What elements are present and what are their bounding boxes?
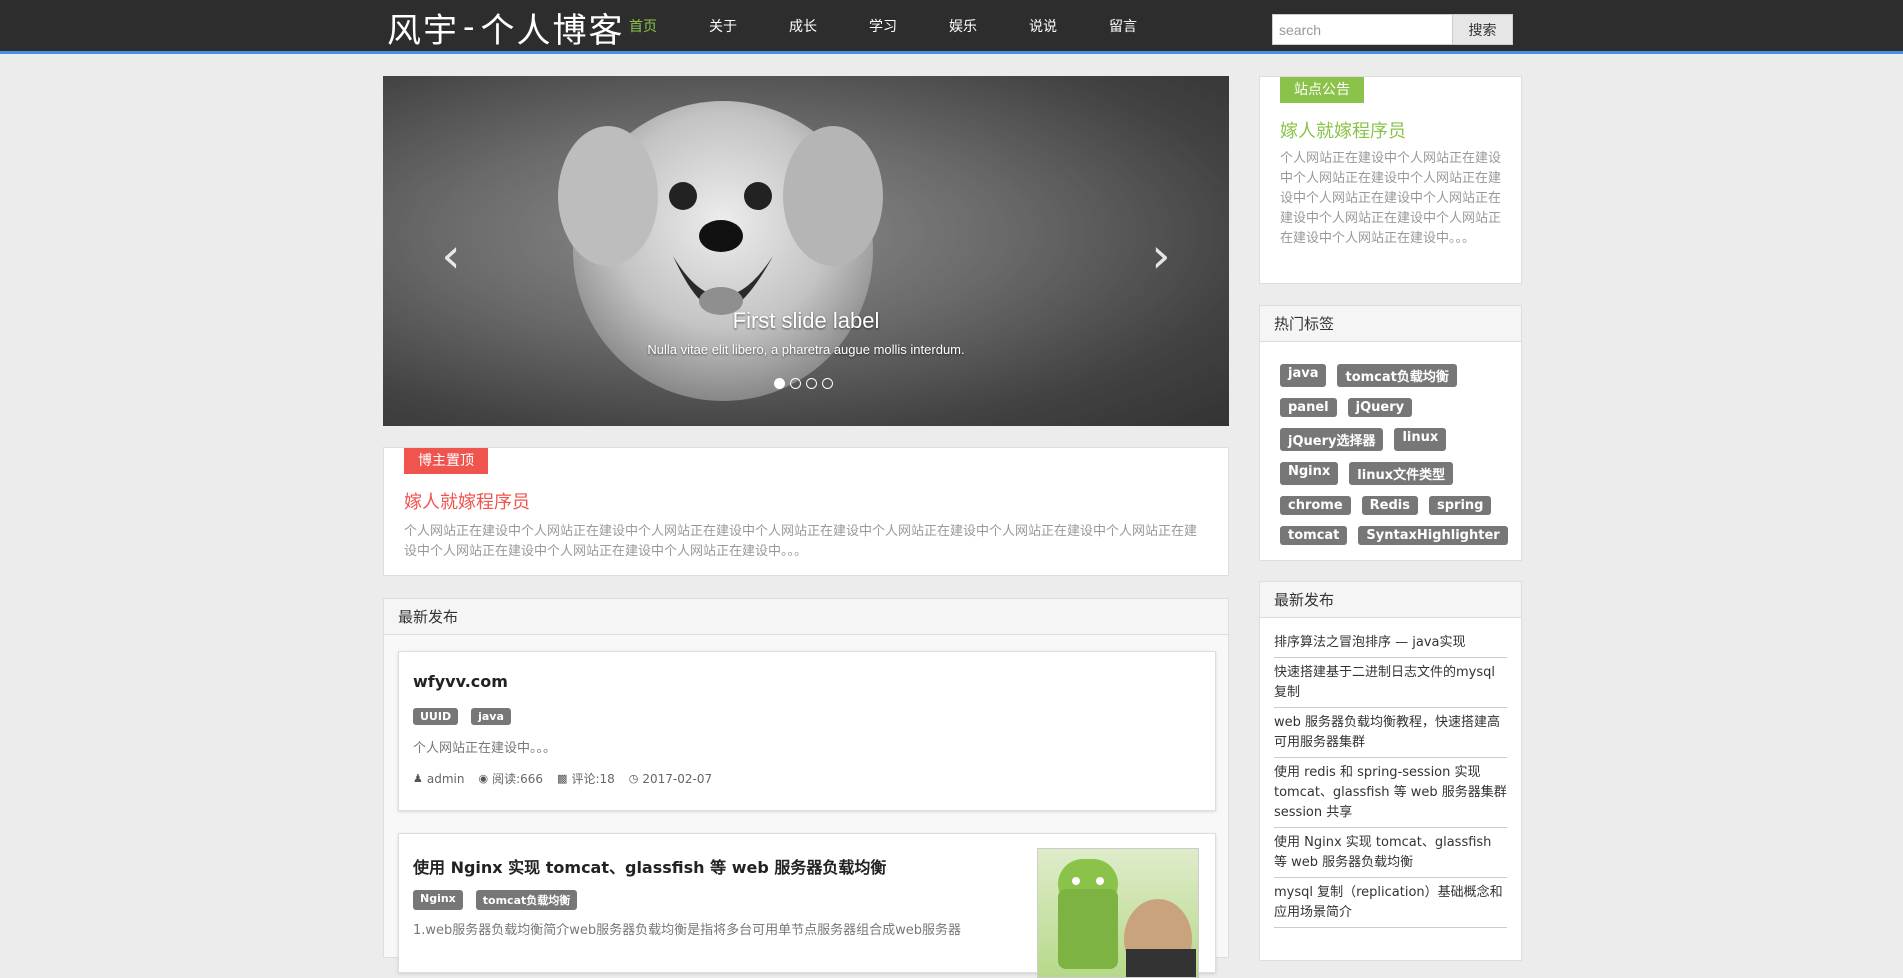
hot-tag[interactable]: chrome (1280, 496, 1351, 515)
post-date-text: 2017-02-07 (642, 771, 713, 786)
post-date: ◷ 2017-02-07 (629, 772, 712, 786)
carousel-dot-3[interactable] (806, 378, 817, 389)
comment-icon: ▩ (557, 772, 568, 785)
post-excerpt: 1.web服务器负载均衡简介web服务器负载均衡是指将多台可用单节点服务器组合成… (413, 923, 962, 938)
hot-tag[interactable]: linux (1394, 428, 1447, 451)
post-tags: UUID java (413, 708, 511, 725)
post-author-name: admin (426, 771, 465, 786)
hot-tags-heading: 热门标签 (1260, 306, 1521, 342)
search-form: 搜索 (1272, 14, 1513, 45)
carousel-dot-4[interactable] (822, 378, 833, 389)
recent-item[interactable]: mysql 复制（replication）基础概念和应用场景简介 (1274, 878, 1507, 928)
hot-tag[interactable]: Redis (1361, 496, 1418, 515)
search-button[interactable]: 搜索 (1453, 14, 1513, 45)
carousel-indicators (774, 378, 833, 389)
nav-item-growth[interactable]: 成长 (763, 0, 843, 54)
latest-posts-panel: 最新发布 wfyvv.com UUID java 个人网站正在建设中。。。 ♟ … (383, 598, 1229, 978)
recent-item[interactable]: 使用 redis 和 spring-session 实现 tomcat、glas… (1274, 758, 1507, 828)
recent-item[interactable]: 排序算法之冒泡排序 — java实现 (1274, 628, 1507, 658)
recent-posts-panel: 最新发布 排序算法之冒泡排序 — java实现 快速搭建基于二进制日志文件的my… (1259, 581, 1522, 961)
navbar-inner: 风宇 - 个人博客 首页 关于 成长 学习 娱乐 说说 留言 搜索 (383, 0, 1521, 54)
pinned-ribbon: 博主置顶 (404, 448, 488, 474)
hot-tag[interactable]: Nginx (1280, 462, 1339, 485)
recent-heading: 最新发布 (1260, 582, 1521, 618)
nav-item-entertainment[interactable]: 娱乐 (923, 0, 1003, 54)
site-logo[interactable]: 风宇 - 个人博客 (387, 6, 625, 51)
logo-main: 风宇 (387, 10, 459, 51)
recent-item[interactable]: 使用 Nginx 实现 tomcat、glassfish 等 web 服务器负载… (1274, 828, 1507, 878)
post-views-text: 阅读:666 (492, 772, 544, 786)
post-tags: Nginx tomcat负载均衡 (413, 890, 578, 910)
carousel-dot-1[interactable] (774, 378, 785, 389)
top-navbar: 风宇 - 个人博客 首页 关于 成长 学习 娱乐 说说 留言 搜索 (0, 0, 1903, 54)
hot-tag[interactable]: jQuery选择器 (1280, 428, 1384, 451)
main-menu: 首页 关于 成长 学习 娱乐 说说 留言 (603, 0, 1163, 54)
post-tag[interactable]: UUID (413, 708, 459, 725)
pinned-title[interactable]: 嫁人就嫁程序员 (404, 488, 530, 514)
notice-title[interactable]: 嫁人就嫁程序员 (1280, 117, 1406, 143)
post-views: ◉ 阅读:666 (478, 770, 543, 787)
carousel-dot-2[interactable] (790, 378, 801, 389)
hot-tag[interactable]: SyntaxHighlighter (1358, 526, 1508, 545)
carousel-caption: First slide label Nulla vitae elit liber… (383, 308, 1229, 357)
latest-heading: 最新发布 (384, 599, 1228, 635)
eye-icon: ◉ (478, 772, 489, 785)
post-thumbnail[interactable] (1037, 848, 1199, 978)
carousel-next-chevron-right-icon[interactable]: › (1141, 232, 1181, 280)
post-comments-text: 评论:18 (571, 772, 615, 786)
carousel-caption-title: First slide label (732, 308, 880, 333)
hot-tag[interactable]: linux文件类型 (1349, 462, 1454, 485)
hot-tag[interactable]: jQuery (1347, 398, 1413, 417)
android-robot-image (1058, 859, 1196, 977)
hot-tag[interactable]: java (1280, 364, 1327, 387)
user-icon: ♟ (413, 772, 423, 785)
nav-item-home[interactable]: 首页 (603, 0, 683, 54)
recent-list: 排序算法之冒泡排序 — java实现 快速搭建基于二进制日志文件的mysql 复… (1260, 628, 1521, 928)
recent-item[interactable]: 快速搭建基于二进制日志文件的mysql 复制 (1274, 658, 1507, 708)
post-card: 使用 Nginx 实现 tomcat、glassfish 等 web 服务器负载… (398, 833, 1216, 978)
carousel-image (383, 76, 1229, 426)
hot-tag[interactable]: panel (1280, 398, 1337, 417)
post-title[interactable]: 使用 Nginx 实现 tomcat、glassfish 等 web 服务器负载… (413, 854, 886, 878)
hot-tag[interactable]: tomcat负载均衡 (1337, 364, 1457, 387)
hot-tag[interactable]: tomcat (1280, 526, 1348, 545)
carousel-caption-text: Nulla vitae elit libero, a pharetra augu… (647, 342, 965, 357)
nav-item-message[interactable]: 留言 (1083, 0, 1163, 54)
image-carousel: ‹ › First slide label Nulla vitae elit l… (383, 76, 1229, 426)
pinned-post-panel: 博主置顶 嫁人就嫁程序员 个人网站正在建设中个人网站正在建设中个人网站正在建设中… (383, 447, 1229, 576)
post-tag[interactable]: java (471, 708, 511, 725)
post-title[interactable]: wfyvv.com (413, 672, 508, 691)
carousel-prev-chevron-left-icon[interactable]: ‹ (431, 232, 471, 280)
hot-tags-panel: 热门标签 java tomcat负载均衡 panel jQuery jQuery… (1259, 305, 1522, 561)
post-meta: ♟ admin ◉ 阅读:666 ▩ 评论:18 ◷ 2017-02-07 (413, 770, 712, 787)
search-input[interactable] (1272, 14, 1453, 45)
post-excerpt: 个人网站正在建设中。。。 (413, 741, 557, 756)
clock-icon: ◷ (628, 772, 639, 785)
post-tag[interactable]: tomcat负载均衡 (475, 890, 578, 910)
post-card: wfyvv.com UUID java 个人网站正在建设中。。。 ♟ admin… (398, 651, 1216, 811)
notice-ribbon: 站点公告 (1280, 77, 1364, 103)
logo-separator: - (463, 7, 477, 47)
notice-text: 个人网站正在建设中个人网站正在建设中个人网站正在建设中个人网站正在建设中个人网站… (1280, 151, 1502, 246)
post-author: ♟ admin (413, 772, 464, 786)
nav-item-talk[interactable]: 说说 (1003, 0, 1083, 54)
recent-item[interactable]: web 服务器负载均衡教程，快速搭建高可用服务器集群 (1274, 708, 1507, 758)
site-notice-panel: 站点公告 嫁人就嫁程序员 个人网站正在建设中个人网站正在建设中个人网站正在建设中… (1259, 76, 1522, 284)
post-comments: ▩ 评论:18 (557, 770, 615, 787)
hot-tag[interactable]: spring (1429, 496, 1492, 515)
nav-item-about[interactable]: 关于 (683, 0, 763, 54)
post-tag[interactable]: Nginx (413, 890, 463, 910)
nav-item-study[interactable]: 学习 (843, 0, 923, 54)
hot-tags-list: java tomcat负载均衡 panel jQuery jQuery选择器 l… (1280, 364, 1510, 545)
pinned-text: 个人网站正在建设中个人网站正在建设中个人网站正在建设中个人网站正在建设中个人网站… (404, 524, 1198, 559)
